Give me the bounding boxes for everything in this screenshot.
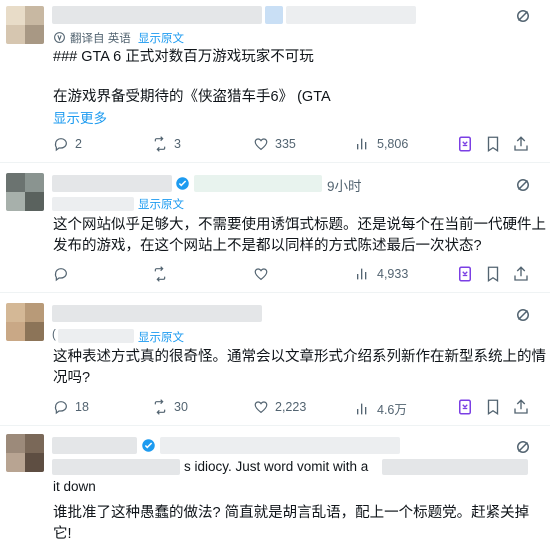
reply-button[interactable]: 2 [53,136,82,152]
original-text-line: it down [53,479,96,494]
avatar[interactable] [6,173,44,211]
translate-label-redacted [52,197,134,211]
author-handle-redacted [265,6,283,24]
original-text-line: s idiocy. Just word vomit with a [184,459,369,474]
reply-icon [54,268,67,282]
post-text-line: 在游戏界备受期待的《侠盗猎车手6》 (GTA [53,89,331,105]
share-icon[interactable] [512,135,530,153]
translate-label-redacted [58,329,134,343]
bookmark-icon[interactable] [484,398,502,416]
retweet-count: 3 [174,137,181,151]
like-button[interactable] [253,266,275,282]
author-name-redacted[interactable] [52,437,137,454]
grok-icon[interactable] [456,398,474,416]
retweet-button[interactable]: 3 [152,136,181,152]
verified-icon [142,439,155,452]
reply-count: 2 [75,137,82,151]
post-text-line: 它! [53,526,72,542]
more-icon[interactable] [514,7,532,25]
like-count: 335 [275,137,296,151]
retweet-icon [154,136,166,152]
translate-label: 翻译自 英语 [70,33,131,45]
post-text-line: 况吗? [53,370,91,386]
post-1[interactable]: 翻译自 英语 显示原文 ### GTA 6 正式对数百万游戏玩家不可玩 在游戏界… [0,0,550,163]
views-icon [357,268,367,280]
bookmark-icon[interactable] [484,135,502,153]
author-name-redacted[interactable] [52,175,172,192]
avatar[interactable] [6,434,44,472]
post-text: 这个网站似乎足够大，不需要使用诱饵式标题。还是说每个在当前一代硬件上 发布的游戏… [53,215,546,257]
like-icon [254,401,268,414]
reply-icon [54,401,67,415]
views-icon [357,403,367,414]
translate-prefix: ( [52,329,56,341]
retweet-icon [154,266,166,282]
like-icon [254,138,268,151]
views-count: 5,806 [377,137,409,151]
author-name-redacted[interactable] [52,305,262,322]
show-original-link[interactable]: 显示原文 [138,329,184,345]
like-button[interactable]: 2,223 [253,399,306,415]
more-icon[interactable] [514,306,532,324]
share-icon[interactable] [512,265,530,283]
share-icon[interactable] [512,398,530,416]
post-text: 这种表述方式真的很奇怪。通常会以文章形式介绍系列新作在新型系统上的情 况吗? [53,347,546,389]
post-text: 在游戏界备受期待的《侠盗猎车手6》 (GTA [53,87,331,108]
views-count: 4.6万 [377,403,407,417]
show-original-link[interactable]: 显示原文 [138,196,184,212]
reply-button[interactable]: 18 [53,399,89,415]
author-handle-redacted [194,175,322,192]
post-text: 谁批准了这种愚蠢的做法? 简直就是胡言乱语，配上一个标题党。赶紧关掉 它! [53,503,529,545]
reply-button[interactable] [53,266,75,282]
original-text-redacted [382,459,528,475]
original-text-redacted [52,459,180,475]
timestamp-redacted [286,6,416,24]
show-more-link[interactable]: 显示更多 [53,107,107,127]
like-button[interactable]: 335 [253,136,296,152]
grok-icon[interactable] [456,265,474,283]
show-original-link[interactable]: 显示原文 [138,30,184,46]
post-2[interactable]: 9小时 显示原文 这个网站似乎足够大，不需要使用诱饵式标题。还是说每个在当前一代… [0,163,550,293]
reply-icon [54,138,67,152]
translate-icon [54,32,65,43]
views-button[interactable]: 4.6万 [355,399,407,418]
like-icon [254,268,268,281]
post-text-line: 这种表述方式真的很奇怪。通常会以文章形式介绍系列新作在新型系统上的情 [53,349,546,365]
post-text: ### GTA 6 正式对数百万游戏玩家不可玩 [53,47,314,68]
post-4[interactable]: s idiocy. Just word vomit with a it down… [0,426,550,545]
retweet-button[interactable]: 30 [152,399,188,415]
avatar[interactable] [6,303,44,341]
like-count: 2,223 [275,400,307,414]
retweet-icon [154,399,166,415]
avatar[interactable] [6,6,44,44]
more-icon[interactable] [514,176,532,194]
views-icon [357,138,367,150]
post-text-line: ### GTA 6 正式对数百万游戏玩家不可玩 [53,49,314,65]
author-name-redacted[interactable] [52,6,262,24]
reply-count: 18 [75,400,89,414]
retweet-button[interactable] [152,266,174,282]
grok-icon[interactable] [456,135,474,153]
verified-icon [176,177,189,190]
post-time: 9小时 [327,179,362,194]
author-handle-redacted [160,437,400,454]
post-text-line: 谁批准了这种愚蠢的做法? 简直就是胡言乱语，配上一个标题党。赶紧关掉 [53,505,530,521]
post-3[interactable]: ( 显示原文 这种表述方式真的很奇怪。通常会以文章形式介绍系列新作在新型系统上的… [0,293,550,426]
views-button[interactable]: 4,933 [355,266,408,282]
post-text-line: 这个网站似乎足够大，不需要使用诱饵式标题。还是说每个在当前一代硬件上 [53,217,546,233]
views-button[interactable]: 5,806 [355,136,408,152]
bookmark-icon[interactable] [484,265,502,283]
post-text-line: 发布的游戏，在这个网站上不是都以同样的方式陈述最后一次状态? [53,238,482,254]
views-count: 4,933 [377,267,409,281]
retweet-count: 30 [174,400,188,414]
more-icon[interactable] [514,438,532,456]
